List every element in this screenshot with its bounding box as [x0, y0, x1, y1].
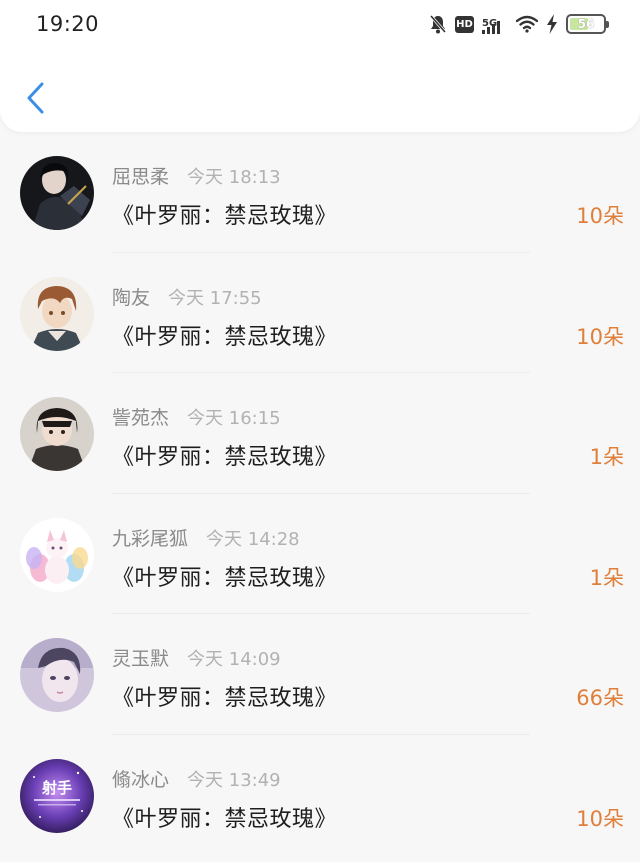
- top-nav: [0, 50, 640, 132]
- timestamp: 今天 14:09: [187, 649, 281, 670]
- username[interactable]: 灵玉默: [112, 644, 169, 671]
- entry-meta: 屈思柔 今天 18:13: [112, 162, 281, 189]
- avatar[interactable]: [20, 276, 94, 351]
- flower-count: 10朵: [576, 324, 624, 349]
- avatar[interactable]: [20, 156, 94, 230]
- status-icons: HD 5G 56: [429, 12, 609, 36]
- wifi-icon: [516, 15, 538, 33]
- username[interactable]: 屈思柔: [112, 162, 169, 189]
- timestamp: 今天 13:49: [187, 769, 281, 791]
- flower-count: 10朵: [576, 806, 624, 831]
- gift-list: 屈思柔 今天 18:13 《叶罗丽：禁忌玫瑰》 10朵 陶友 今天 17:55 …: [0, 132, 640, 855]
- entry-meta: 陶友 今天 17:55: [112, 283, 262, 310]
- entry-meta: 訾苑杰 今天 16:15: [112, 403, 281, 430]
- battery-label: 56: [577, 17, 595, 31]
- timestamp: 今天 16:15: [187, 408, 281, 429]
- timestamp: 今天 18:13: [187, 167, 281, 188]
- timestamp: 今天 17:55: [168, 287, 262, 309]
- battery-icon: 56: [566, 14, 609, 34]
- entry-meta: 翛冰心 今天 13:49: [112, 765, 281, 792]
- username[interactable]: 陶友: [112, 283, 150, 310]
- book-title[interactable]: 《叶罗丽：禁忌玫瑰》: [112, 439, 337, 471]
- book-title[interactable]: 《叶罗丽：禁忌玫瑰》: [112, 680, 337, 712]
- avatar[interactable]: [20, 638, 94, 712]
- flower-count: 1朵: [589, 565, 624, 590]
- entry-meta: 九彩尾狐 今天 14:28: [112, 524, 300, 551]
- chevron-left-icon: [27, 82, 44, 114]
- status-bar: 19:20 HD 5G 56: [0, 0, 640, 50]
- avatar[interactable]: 射手: [20, 758, 94, 833]
- timestamp: 今天 14:28: [206, 528, 300, 550]
- username[interactable]: 九彩尾狐: [112, 524, 188, 551]
- list-item[interactable]: 射手 翛冰心 今天 13:49 《叶罗丽：禁忌玫瑰》 10朵: [0, 735, 640, 856]
- avatar[interactable]: [20, 397, 94, 471]
- status-time: 19:20: [36, 12, 100, 36]
- back-button[interactable]: [20, 78, 50, 118]
- list-item[interactable]: 訾苑杰 今天 16:15 《叶罗丽：禁忌玫瑰》 1朵: [0, 373, 640, 494]
- flower-count: 10朵: [576, 204, 624, 228]
- book-title[interactable]: 《叶罗丽：禁忌玫瑰》: [112, 198, 337, 230]
- list-item[interactable]: 屈思柔 今天 18:13 《叶罗丽：禁忌玫瑰》 10朵: [0, 132, 640, 253]
- username[interactable]: 訾苑杰: [112, 403, 169, 430]
- book-title[interactable]: 《叶罗丽：禁忌玫瑰》: [112, 801, 337, 833]
- hd-icon: HD: [455, 15, 474, 33]
- svg-text:射手: 射手: [41, 779, 72, 797]
- list-item[interactable]: 九彩尾狐 今天 14:28 《叶罗丽：禁忌玫瑰》 1朵: [0, 494, 640, 614]
- flower-count: 66朵: [576, 686, 624, 710]
- list-item[interactable]: 陶友 今天 17:55 《叶罗丽：禁忌玫瑰》 10朵: [0, 253, 640, 373]
- avatar[interactable]: [20, 517, 94, 592]
- flower-count: 1朵: [589, 445, 624, 469]
- book-title[interactable]: 《叶罗丽：禁忌玫瑰》: [112, 319, 337, 351]
- book-title[interactable]: 《叶罗丽：禁忌玫瑰》: [112, 560, 337, 592]
- 5g-signal-icon: 5G: [482, 13, 508, 35]
- entry-meta: 灵玉默 今天 14:09: [112, 644, 281, 671]
- charging-icon: [546, 14, 558, 34]
- list-item[interactable]: 灵玉默 今天 14:09 《叶罗丽：禁忌玫瑰》 66朵: [0, 614, 640, 735]
- bell-muted-icon: [429, 14, 447, 34]
- username[interactable]: 翛冰心: [112, 765, 169, 792]
